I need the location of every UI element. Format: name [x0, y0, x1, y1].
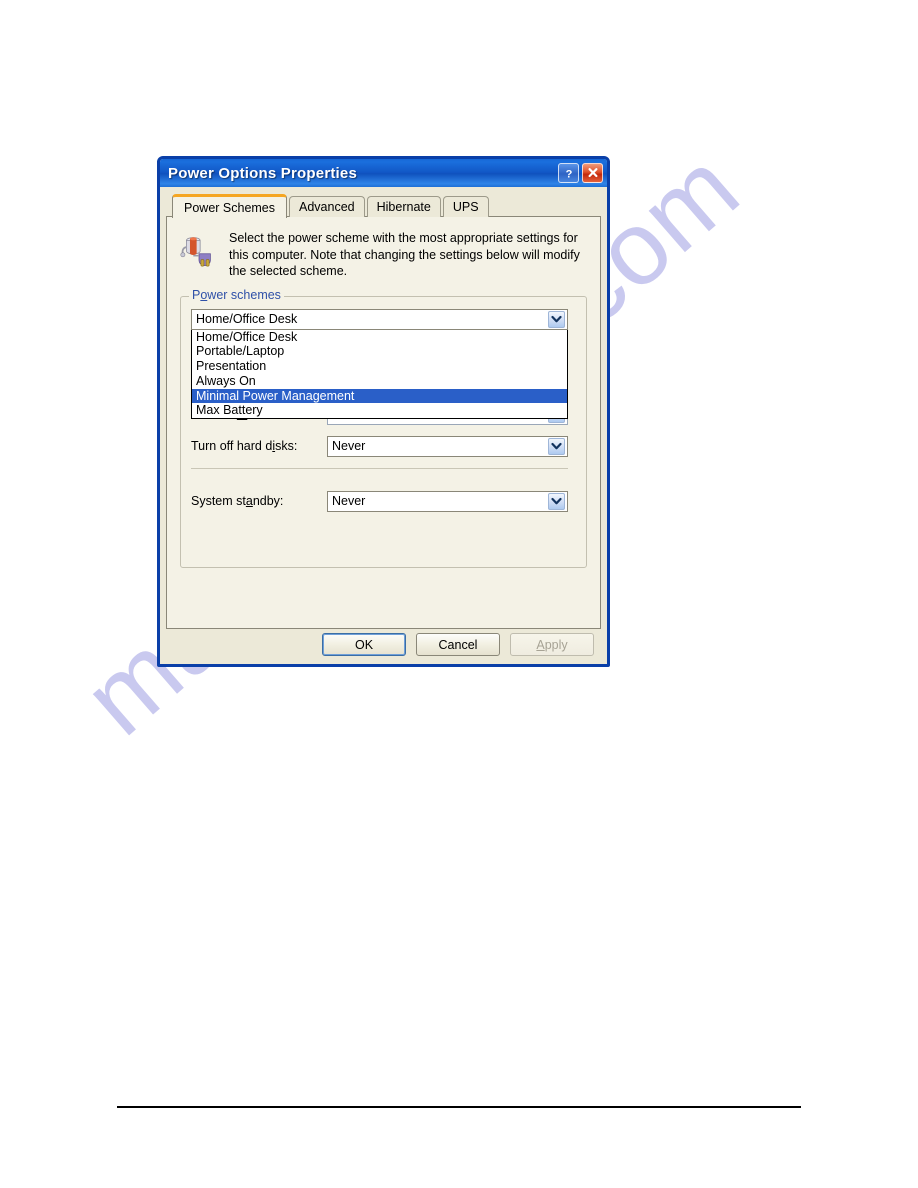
tab-ups-label: UPS — [452, 200, 479, 214]
ok-button-label: OK — [354, 637, 374, 652]
svg-text:?: ? — [565, 168, 572, 180]
tab-ups[interactable]: UPS — [442, 196, 489, 217]
chevron-down-icon[interactable] — [548, 310, 565, 328]
system-standby-label: System standby: — [191, 494, 284, 508]
groupbox-legend: Power schemes — [189, 287, 284, 302]
setting-row-system-standby: System standby: Never — [191, 490, 568, 512]
question-icon: ? — [565, 168, 572, 180]
dropdown-option-home-office-desk[interactable]: Home/Office Desk — [192, 330, 567, 345]
turn-off-hard-disks-label: Turn off hard disks: — [191, 439, 298, 453]
power-scheme-combobox[interactable]: Home/Office Desk — [191, 308, 568, 330]
tab-advanced[interactable]: Advanced — [289, 196, 365, 217]
dialog-titlebar[interactable]: Power Options Properties ? — [160, 159, 607, 187]
turn-off-hard-disks-combobox[interactable]: Never — [327, 435, 568, 457]
power-schemes-tab-panel: Select the power scheme with the most ap… — [166, 216, 601, 629]
tab-power-schemes-label: Power Schemes — [184, 200, 276, 215]
help-button[interactable]: ? — [558, 163, 579, 183]
cancel-button-label: Cancel — [438, 637, 478, 652]
dropdown-option-always-on[interactable]: Always On — [192, 374, 567, 389]
description-row: Select the power scheme with the most ap… — [180, 229, 587, 280]
power-plug-icon — [180, 237, 211, 267]
tab-advanced-label: Advanced — [299, 200, 355, 214]
tab-power-schemes[interactable]: Power Schemes — [172, 194, 288, 218]
dropdown-option-portable-laptop[interactable]: Portable/Laptop — [192, 344, 567, 359]
ok-button[interactable]: OK — [322, 633, 406, 656]
tab-strip: Power Schemes Advanced Hibernate UPS — [166, 193, 601, 218]
cancel-button[interactable]: Cancel — [416, 633, 500, 656]
close-icon — [588, 168, 597, 178]
groupbox-legend-accel: o — [200, 287, 208, 302]
dropdown-option-max-battery[interactable]: Max Battery — [192, 403, 567, 418]
settings-divider — [191, 467, 568, 469]
system-standby-value: Never — [332, 494, 366, 508]
setting-row-turn-off-hard-disks: Turn off hard disks: Never — [191, 435, 568, 457]
chevron-down-icon[interactable] — [548, 492, 565, 510]
apply-button: Apply — [510, 633, 594, 656]
system-standby-combobox[interactable]: Never — [327, 490, 568, 512]
dialog-title: Power Options Properties — [168, 164, 358, 182]
power-settings-list: Turn off monitor: After 20 mins Turn off… — [191, 403, 568, 523]
dropdown-option-presentation[interactable]: Presentation — [192, 359, 567, 374]
dialog-body: Power Schemes Advanced Hibernate UPS Sel… — [160, 187, 607, 664]
footer-separator-rule — [117, 1106, 801, 1108]
dialog-button-bar: OK Cancel Apply — [160, 633, 607, 656]
power-scheme-dropdown-list[interactable]: Home/Office Desk Portable/Laptop Present… — [191, 329, 568, 420]
description-text: Select the power scheme with the most ap… — [229, 231, 580, 278]
tab-hibernate-label: Hibernate — [376, 200, 431, 214]
chevron-down-icon[interactable] — [548, 437, 565, 455]
close-button[interactable] — [582, 163, 603, 183]
titlebar-button-group: ? — [558, 163, 603, 183]
tab-hibernate[interactable]: Hibernate — [366, 196, 441, 217]
power-options-properties-dialog: Power Options Properties ? Power Schemes… — [157, 156, 610, 667]
dropdown-option-minimal-power-management[interactable]: Minimal Power Management — [192, 388, 567, 404]
power-scheme-value: Home/Office Desk — [196, 312, 298, 326]
power-scheme-combobox-wrapper: Home/Office Desk Home/Office Desk Portab… — [191, 308, 568, 420]
apply-button-label: Apply — [536, 637, 568, 652]
turn-off-hard-disks-value: Never — [332, 439, 366, 453]
power-schemes-groupbox: Power schemes Home/Office Desk Home/Offi… — [180, 287, 587, 568]
